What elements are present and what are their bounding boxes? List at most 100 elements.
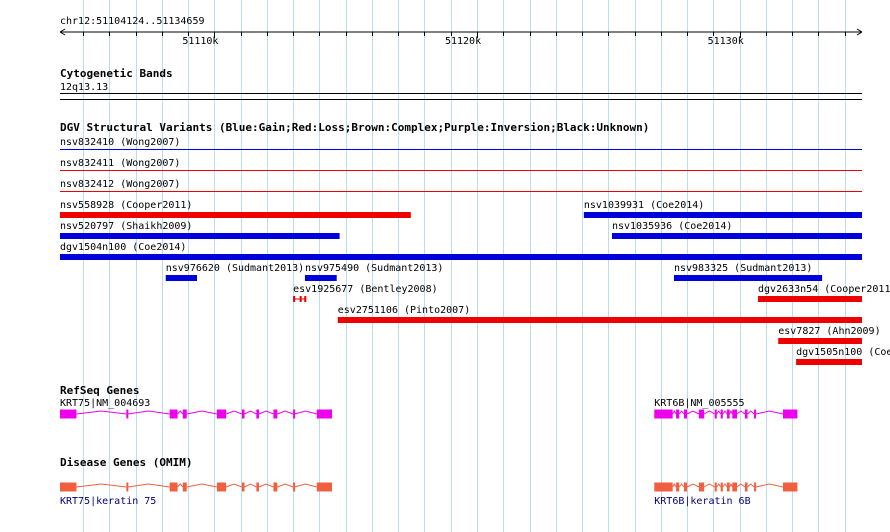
exon: [683, 409, 688, 419]
ruler-tick-label: 51120k: [445, 36, 481, 47]
exon: [754, 482, 757, 492]
exon: [698, 482, 705, 492]
dgv-feature-bar: [60, 233, 340, 239]
exon: [683, 482, 688, 492]
exon: [698, 409, 705, 419]
dgv-feature[interactable]: nsv520797 (Shaikh2009): [60, 221, 340, 239]
dgv-feature-bar: [304, 275, 337, 281]
intron: [755, 410, 784, 415]
exon: [256, 482, 259, 492]
dgv-feature-bar: [611, 233, 862, 239]
dgv-feature-bar: [778, 338, 862, 344]
exon: [732, 482, 738, 492]
exon: [316, 482, 332, 492]
dgv-feature-bar: [60, 212, 411, 218]
intron: [177, 410, 184, 415]
intron: [686, 410, 700, 415]
dgv-feature[interactable]: nsv983325 (Sudmant2013): [673, 263, 823, 281]
intron: [716, 483, 722, 488]
dgv-feature[interactable]: dgv1505n100 (Coe: [796, 347, 890, 365]
dgv-feature-label: nsv975490 (Sudmant2013): [305, 263, 443, 274]
dgv-feature[interactable]: nsv832410 (Wong2007): [60, 137, 862, 150]
intron: [678, 410, 685, 415]
exon: [60, 409, 77, 419]
intron: [244, 483, 257, 488]
dgv-feature-label: nsv520797 (Shaikh2009): [60, 221, 192, 232]
refseq-gene[interactable]: KRT75|NM_004693: [60, 398, 332, 419]
exon: [126, 409, 129, 419]
intron: [277, 483, 294, 488]
intron: [186, 483, 218, 488]
dgv-feature-block: [304, 296, 307, 302]
intron: [755, 483, 784, 488]
exon: [182, 409, 187, 419]
dgv-feature[interactable]: nsv832412 (Wong2007): [60, 179, 862, 192]
dgv-feature-label: dgv1504n100 (Coe2014): [60, 242, 186, 253]
dgv-feature[interactable]: nsv558928 (Cooper2011): [60, 200, 411, 218]
dgv-feature[interactable]: nsv832411 (Wong2007): [60, 158, 862, 171]
intron: [225, 483, 243, 488]
omim-gene[interactable]: KRT75|keratin 75: [60, 482, 332, 508]
dgv-feature[interactable]: esv7827 (Ahn2009): [778, 326, 881, 344]
dgv-feature-label: nsv983325 (Sudmant2013): [674, 263, 812, 274]
intron: [747, 410, 755, 415]
refseq-gene-label: KRT6B|NM_005555: [654, 398, 744, 409]
refseq-gene[interactable]: KRT6B|NM_005555: [654, 398, 798, 419]
exon: [182, 482, 187, 492]
exon: [676, 482, 680, 492]
intron: [678, 483, 685, 488]
ruler-tick-label: 51110k: [182, 36, 218, 47]
dgv-feature-bar: [796, 359, 862, 365]
exon: [293, 482, 296, 492]
ruler: chr12:51104124..51134659 51110k 51120k 511…: [59, 16, 863, 47]
omim-gene-label: KRT6B|keratin 6B: [654, 496, 750, 507]
exon: [273, 482, 278, 492]
intron: [225, 410, 243, 415]
ruler-tick-label: 51130k: [708, 36, 744, 47]
dgv-feature[interactable]: esv2751106 (Pinto2007): [337, 305, 862, 323]
dgv-feature-label: esv7827 (Ahn2009): [778, 326, 880, 337]
exon: [782, 409, 798, 419]
intron: [177, 483, 184, 488]
intron: [258, 483, 274, 488]
omim-track: Disease Genes (OMIM) KRT75|keratin 75 KRT…: [60, 456, 798, 508]
intron: [729, 482, 733, 488]
exon: [744, 409, 748, 419]
exon: [744, 482, 748, 492]
exon: [720, 482, 723, 492]
intron: [244, 410, 257, 415]
refseq-track: RefSeq Genes KRT75|NM_004693 KRT6B|NM_005…: [60, 384, 798, 419]
dgv-feature[interactable]: nsv1035936 (Coe2014): [611, 221, 862, 239]
intron: [277, 410, 294, 415]
omim-gene-label: KRT75|keratin 75: [60, 496, 156, 507]
exon: [256, 409, 259, 419]
intron: [716, 410, 722, 415]
dgv-feature[interactable]: dgv1504n100 (Coe2014): [60, 242, 862, 260]
cytoband-label: 12q13.13: [60, 82, 108, 93]
omim-gene[interactable]: KRT6B|keratin 6B: [654, 482, 798, 508]
dgv-feature[interactable]: dgv2633n54 (Cooper2011): [758, 284, 890, 302]
intron: [672, 482, 677, 488]
exon: [241, 409, 245, 419]
dgv-feature[interactable]: nsv1039931 (Coe2014): [583, 200, 862, 218]
omim-title: Disease Genes (OMIM): [60, 456, 192, 469]
dgv-feature[interactable]: nsv975490 (Sudmant2013): [304, 263, 443, 281]
exon: [316, 409, 332, 419]
dgv-feature-label: nsv832411 (Wong2007): [60, 158, 180, 169]
dgv-feature-label: nsv1039931 (Coe2014): [584, 200, 704, 211]
exon: [654, 482, 673, 492]
dgv-feature[interactable]: nsv976620 (Sudmant2013): [165, 263, 304, 281]
exon: [216, 409, 227, 419]
intron: [127, 410, 170, 415]
dgv-feature[interactable]: esv1925677 (Bentley2008): [293, 284, 438, 302]
exon: [126, 482, 129, 492]
dgv-feature-bar: [337, 317, 862, 323]
dgv-feature-label: nsv558928 (Cooper2011): [60, 200, 192, 211]
exon: [727, 482, 730, 492]
exon: [714, 409, 717, 419]
dgv-feature-label: esv1925677 (Bentley2008): [293, 284, 438, 295]
region-label: chr12:51104124..51134659: [60, 16, 205, 27]
exon: [782, 482, 798, 492]
exon: [169, 409, 178, 419]
dgv-title: DGV Structural Variants (Blue:Gain;Red:L…: [60, 121, 649, 134]
